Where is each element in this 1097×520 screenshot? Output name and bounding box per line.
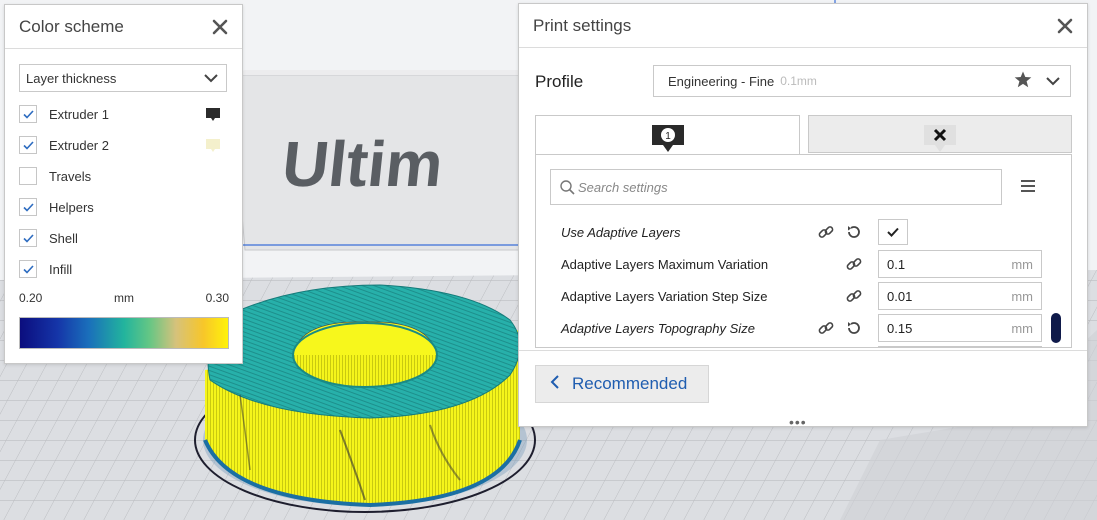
reset-icon[interactable] xyxy=(846,320,862,341)
footer-divider xyxy=(519,350,1087,351)
extruder-badge-number: 1 xyxy=(665,131,671,142)
legend-item-infill[interactable]: Infill xyxy=(19,259,227,279)
link-icon[interactable] xyxy=(846,288,862,309)
helpers-checkbox[interactable] xyxy=(19,198,37,216)
next-setting-input[interactable] xyxy=(878,346,1042,347)
legend-item-label: Travels xyxy=(49,168,92,184)
setting-unit: mm xyxy=(1011,320,1033,336)
max-variation-input[interactable]: 0.1 mm xyxy=(878,250,1042,278)
settings-list[interactable]: Search settings Use Adaptive Layers Adap… xyxy=(535,154,1072,348)
print-settings-header: Print settings xyxy=(519,4,1087,48)
travels-checkbox[interactable] xyxy=(19,167,37,185)
legend-item-travels[interactable]: Travels xyxy=(19,166,227,186)
print-settings-title: Print settings xyxy=(533,15,632,35)
link-icon[interactable] xyxy=(846,256,862,277)
profile-name: Engineering - Fine xyxy=(668,73,775,89)
setting-value: 0.01 xyxy=(887,288,913,304)
legend-item-label: Shell xyxy=(49,230,78,246)
recommended-button[interactable]: Recommended xyxy=(535,365,709,403)
gradient-labels: 0.20 mm 0.30 xyxy=(19,291,229,305)
settings-menu-icon[interactable] xyxy=(1020,179,1036,198)
shell-checkbox[interactable] xyxy=(19,229,37,247)
legend-item-extruder-1[interactable]: Extruder 1 xyxy=(19,104,227,124)
layer-thickness-gradient xyxy=(19,317,229,349)
resize-handle[interactable]: ••• xyxy=(789,414,807,430)
setting-name: Use Adaptive Layers xyxy=(561,224,681,240)
color-mode-dropdown[interactable]: Layer thickness xyxy=(19,64,227,92)
brand-text: Ultim xyxy=(279,128,446,200)
setting-row-use-adaptive-layers[interactable]: Use Adaptive Layers xyxy=(561,218,1041,246)
search-icon xyxy=(560,180,575,195)
star-icon[interactable] xyxy=(1014,71,1032,91)
variation-step-size-input[interactable]: 0.01 mm xyxy=(878,282,1042,310)
legend-item-label: Extruder 2 xyxy=(49,137,109,153)
extruder-1-swatch-icon xyxy=(206,108,220,121)
profile-label: Profile xyxy=(535,72,584,91)
gradient-min: 0.20 xyxy=(19,291,43,305)
search-input[interactable]: Search settings xyxy=(550,169,1002,205)
chevron-left-icon xyxy=(550,374,560,394)
close-icon[interactable] xyxy=(1055,16,1075,36)
gradient-unit: mm xyxy=(114,291,134,305)
setting-unit: mm xyxy=(1011,288,1033,304)
legend-item-extruder-2[interactable]: Extruder 2 xyxy=(19,135,227,155)
legend-item-shell[interactable]: Shell xyxy=(19,228,227,248)
setting-name: Adaptive Layers Topography Size xyxy=(561,320,755,336)
print-settings-panel: Print settings Profile Engineering - Fin… xyxy=(518,3,1088,430)
profile-layer-height: 0.1mm xyxy=(780,74,817,88)
infill-checkbox[interactable] xyxy=(19,260,37,278)
extruder-2-swatch-icon xyxy=(206,139,220,152)
tab-extruder-1[interactable]: 1 xyxy=(535,115,800,155)
setting-value: 0.1 xyxy=(887,256,906,272)
recommended-label: Recommended xyxy=(572,374,688,393)
link-icon[interactable] xyxy=(818,224,834,245)
gradient-max: 0.30 xyxy=(205,291,229,305)
reset-icon[interactable] xyxy=(846,224,862,245)
chevron-down-icon xyxy=(1046,74,1060,89)
extruder-2-checkbox[interactable] xyxy=(19,136,37,154)
color-scheme-panel: Color scheme Layer thickness Extruder 1 … xyxy=(4,4,243,364)
legend-item-label: Extruder 1 xyxy=(49,106,109,122)
link-icon[interactable] xyxy=(818,320,834,341)
use-adaptive-layers-checkbox[interactable] xyxy=(878,219,908,245)
extruder-1-checkbox[interactable] xyxy=(19,105,37,123)
profile-dropdown[interactable]: Engineering - Fine 0.1mm xyxy=(653,65,1071,97)
legend-item-label: Helpers xyxy=(49,199,94,215)
legend-item-label: Infill xyxy=(49,261,73,277)
setting-name: Adaptive Layers Variation Step Size xyxy=(561,288,768,304)
search-placeholder: Search settings xyxy=(578,179,668,195)
color-scheme-title: Color scheme xyxy=(19,16,124,36)
chevron-down-icon xyxy=(204,71,218,86)
close-icon[interactable] xyxy=(210,17,230,37)
legend-item-helpers[interactable]: Helpers xyxy=(19,197,227,217)
setting-name: Adaptive Layers Maximum Variation xyxy=(561,256,769,272)
settings-scrollbar[interactable] xyxy=(1051,313,1061,343)
topography-size-input[interactable]: 0.15 mm xyxy=(878,314,1042,342)
setting-value: 0.15 xyxy=(887,320,913,336)
tab-extruder-2[interactable] xyxy=(808,115,1072,153)
color-scheme-header: Color scheme xyxy=(5,5,242,49)
setting-unit: mm xyxy=(1011,256,1033,272)
color-mode-value: Layer thickness xyxy=(26,70,117,86)
